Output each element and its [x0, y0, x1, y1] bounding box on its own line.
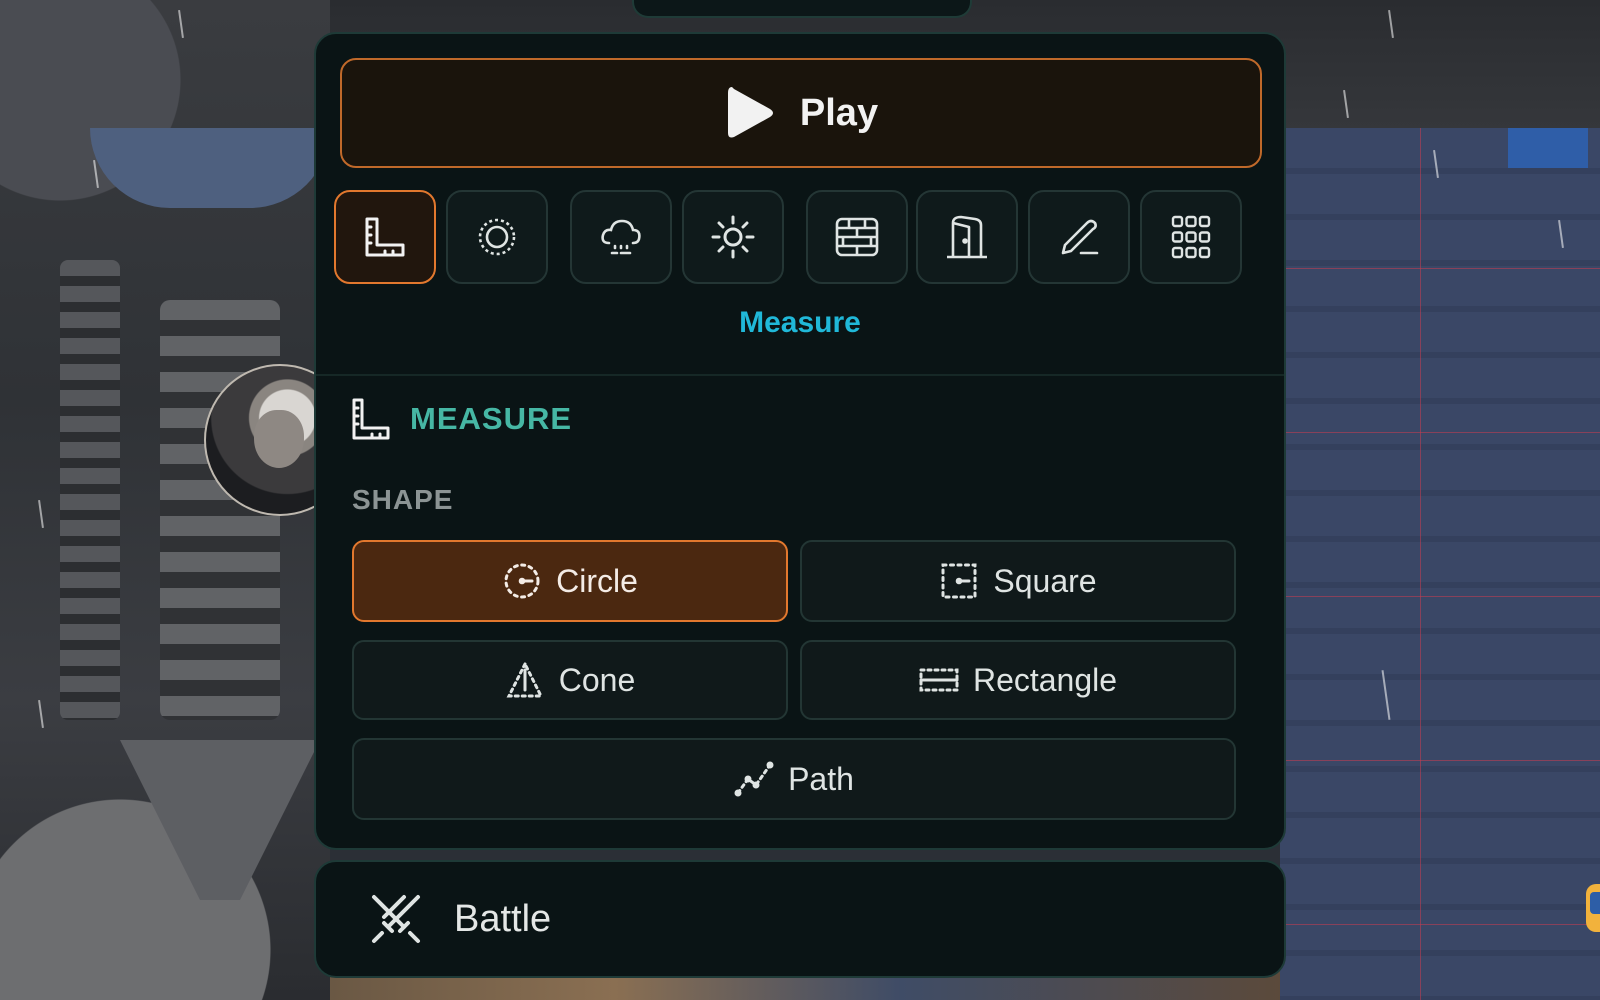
- tool-draw[interactable]: [1028, 190, 1130, 284]
- section-divider: [316, 374, 1284, 376]
- shape-cone-button[interactable]: Cone: [352, 640, 788, 720]
- offscreen-token-chip[interactable]: [1586, 884, 1600, 932]
- tool-aura[interactable]: [446, 190, 548, 284]
- dotted-cone-icon: [506, 660, 544, 698]
- dotted-rectangle-icon: [919, 668, 959, 692]
- weather-cloud-icon: [601, 219, 641, 255]
- tool-measure[interactable]: [334, 190, 436, 284]
- tool-walls[interactable]: [806, 190, 908, 284]
- tool-lighting[interactable]: [682, 190, 784, 284]
- shape-square-label: Square: [993, 562, 1097, 599]
- battle-label: Battle: [454, 897, 552, 940]
- shape-path-label: Path: [788, 760, 854, 797]
- ruler-icon: [352, 398, 390, 440]
- measure-section-header: MEASURE: [350, 396, 572, 442]
- door-icon: [947, 215, 987, 259]
- shape-circle-button[interactable]: Circle: [352, 540, 788, 622]
- dotted-circle-icon: [504, 563, 540, 599]
- tool-weather[interactable]: [570, 190, 672, 284]
- play-icon: [727, 87, 773, 138]
- map-gear-left: [60, 260, 120, 720]
- ruler-icon: [365, 217, 405, 257]
- map-funnel: [120, 740, 320, 900]
- measure-section-title: MEASURE: [410, 401, 573, 436]
- tool-panel: Play Measure MEASURE SHAPE Circle Square…: [314, 32, 1286, 850]
- tool-more[interactable]: [1140, 190, 1242, 284]
- battle-button[interactable]: Battle: [314, 860, 1286, 978]
- tool-doors[interactable]: [916, 190, 1018, 284]
- shape-path-button[interactable]: Path: [352, 738, 1236, 820]
- target-circle-icon: [478, 218, 516, 256]
- active-tool-caption: Measure: [739, 306, 861, 339]
- shape-square-button[interactable]: Square: [800, 540, 1236, 622]
- grid-dots-icon: [1171, 215, 1211, 259]
- top-tab[interactable]: [632, 0, 972, 18]
- map-blue-tarp: [90, 128, 330, 208]
- avatar-face: [254, 410, 304, 468]
- play-label: Play: [799, 91, 879, 134]
- sun-icon: [711, 215, 755, 259]
- shape-label: SHAPE: [352, 484, 454, 515]
- crossed-swords-icon: [372, 895, 420, 943]
- map-blue-crate: [1508, 128, 1588, 168]
- shape-circle-label: Circle: [556, 562, 638, 599]
- dotted-path-icon: [734, 761, 774, 797]
- play-button[interactable]: Play: [340, 58, 1262, 168]
- shape-rectangle-label: Rectangle: [972, 661, 1118, 698]
- brick-wall-icon: [835, 217, 879, 257]
- shape-cone-label: Cone: [558, 661, 636, 698]
- map-region-floor: [1280, 128, 1600, 1000]
- shape-rectangle-button[interactable]: Rectangle: [800, 640, 1236, 720]
- pencil-icon: [1061, 219, 1099, 255]
- map-grid-lines: [1280, 128, 1600, 1000]
- dotted-square-icon: [941, 563, 977, 599]
